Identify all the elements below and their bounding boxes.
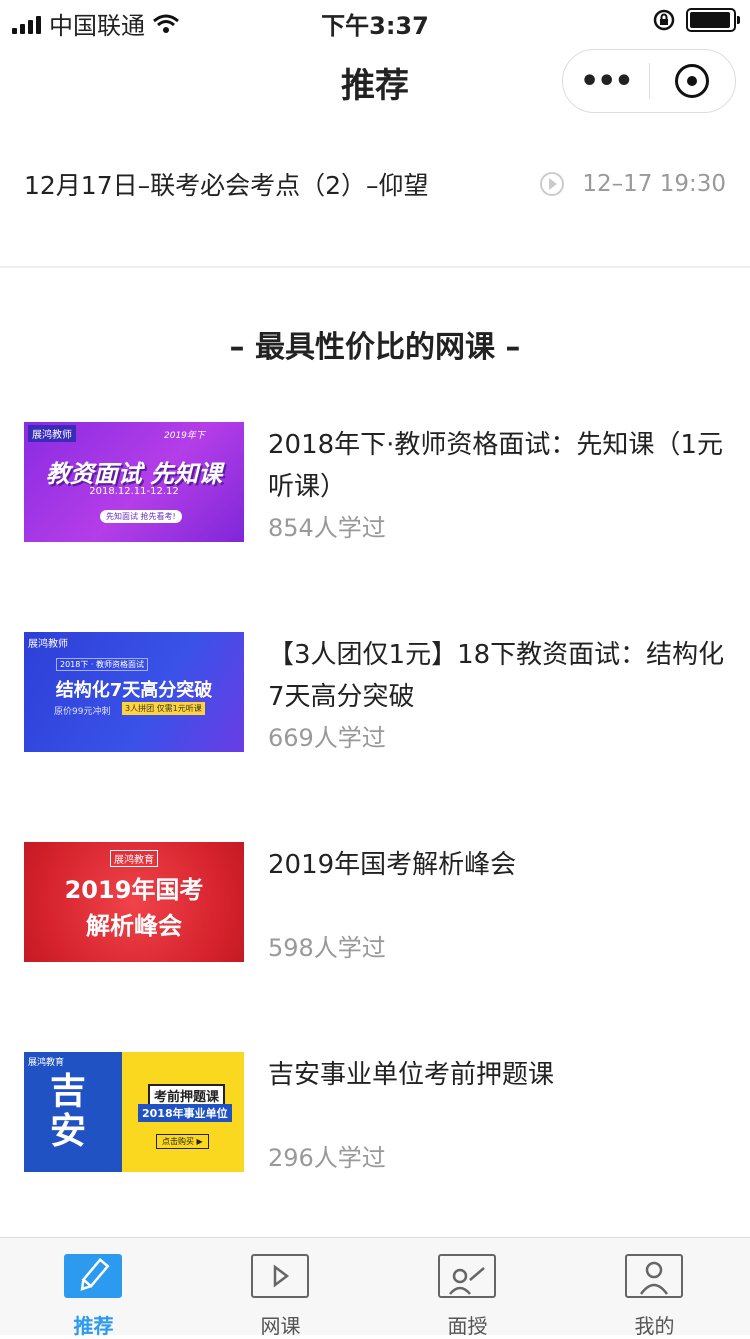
nav-bar: 推荐 ••• (0, 40, 750, 128)
tab-label: 面授 (447, 1314, 488, 1338)
course-item[interactable]: 展鸿教育 吉安 考前押题课 2018年事业单位 点击购买 ▶ 吉安事业单位考前押… (24, 1052, 726, 1172)
thumb-tag: 2018下 · 教师资格面试 (56, 658, 148, 671)
course-learner-count: 296人学过 (268, 1144, 386, 1172)
thumb-title: 结构化7天高分突破 (55, 680, 213, 701)
tab-inperson[interactable]: 面授 (374, 1238, 561, 1338)
course-thumbnail: 展鸿教育 2019年国考 解析峰会 (24, 842, 244, 962)
live-lesson-title: 12月17日–联考必会考点（2）–仰望 (24, 171, 429, 200)
play-circle-icon (540, 172, 565, 196)
course-thumbnail: 展鸿教师 2018下 · 教师资格面试 结构化7天高分突破 原价99元冲刺 3人… (24, 632, 244, 752)
thumb-logo: 展鸿教育 (110, 850, 158, 867)
live-lesson-time: 12–17 19:30 (582, 171, 726, 197)
close-ring-icon (675, 64, 710, 98)
thumb-logo: 展鸿教育 (28, 1058, 65, 1068)
course-learner-count: 669人学过 (268, 724, 386, 752)
course-title: 2018年下·教师资格面试：先知课（1元听课） (268, 430, 723, 502)
thumb-price: 原价99元冲刺 (54, 707, 111, 717)
thumb-subtitle: 解析峰会 (86, 912, 182, 940)
course-learner-count: 598人学过 (268, 934, 386, 962)
status-bar: 中国联通 下午3:37 (0, 0, 750, 40)
thumb-date: 2018.12.11-12.12 (89, 486, 179, 497)
tab-label: 网课 (260, 1314, 301, 1338)
more-icon[interactable]: ••• (563, 64, 649, 99)
miniprogram-capsule: ••• (562, 49, 736, 113)
course-title: 2019年国考解析峰会 (268, 850, 517, 880)
user-icon (625, 1254, 683, 1298)
course-title: 吉安事业单位考前押题课 (268, 1060, 555, 1090)
course-title: 【3人团仅1元】18下教资面试：结构化7天高分突破 (268, 640, 725, 712)
tab-label: 我的 (634, 1314, 675, 1338)
thumb-tag: 2019年下 (164, 431, 205, 441)
tab-bar: 推荐 网课 面授 我的 (0, 1237, 750, 1338)
thumb-button: 先知面试 抢先看考! (100, 510, 182, 523)
course-item[interactable]: 展鸿教师 2018下 · 教师资格面试 结构化7天高分突破 原价99元冲刺 3人… (24, 632, 726, 752)
rotation-lock-icon (653, 9, 675, 31)
thumb-logo: 展鸿教师 (28, 425, 76, 442)
tab-recommend[interactable]: 推荐 (0, 1238, 187, 1338)
tab-courses[interactable]: 网课 (187, 1238, 374, 1338)
play-icon (251, 1254, 309, 1298)
thumb-subtitle: 2018年事业单位 (138, 1104, 232, 1122)
course-item[interactable]: 展鸿教育 2019年国考 解析峰会 2019年国考解析峰会 598人学过 (24, 842, 726, 962)
thumb-deal: 3人拼团 仅需1元听课 (122, 702, 205, 715)
thumb-logo: 展鸿教师 (28, 639, 68, 650)
thumb-big-text: 吉安 (50, 1071, 87, 1152)
course-item[interactable]: 展鸿教师 2019年下 教资面试 先知课 2018.12.11-12.12 先知… (24, 422, 726, 542)
course-learner-count: 854人学过 (268, 514, 386, 542)
live-lesson-item[interactable]: 12月17日–联考必会考点（2）–仰望 12–17 19:30 (24, 148, 726, 220)
course-thumbnail: 展鸿教师 2019年下 教资面试 先知课 2018.12.11-12.12 先知… (24, 422, 244, 542)
tab-mine[interactable]: 我的 (561, 1238, 748, 1338)
thumb-title: 教资面试 先知课 (45, 460, 223, 488)
section-divider (0, 266, 750, 268)
section-heading: – 最具性价比的网课 – (229, 330, 521, 365)
close-button[interactable] (650, 64, 736, 98)
teaching-icon (438, 1254, 496, 1298)
clock: 下午3:37 (321, 12, 429, 40)
thumb-button: 点击购买 ▶ (156, 1134, 209, 1149)
course-thumbnail: 展鸿教育 吉安 考前押题课 2018年事业单位 点击购买 ▶ (24, 1052, 244, 1172)
pencil-icon (64, 1254, 122, 1298)
thumb-title: 2019年国考 (64, 876, 204, 904)
tab-label: 推荐 (73, 1314, 114, 1338)
battery-icon (686, 8, 740, 32)
